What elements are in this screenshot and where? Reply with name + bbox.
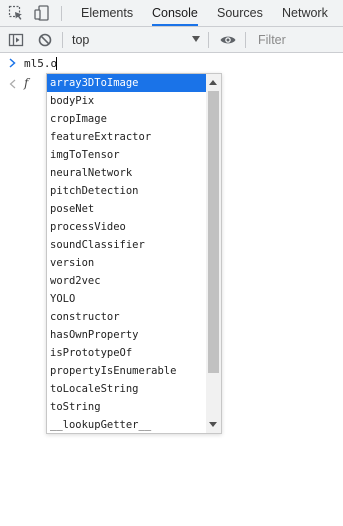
- autocomplete-item[interactable]: YOLO: [47, 290, 207, 308]
- context-selector[interactable]: top: [72, 27, 89, 53]
- tab-console[interactable]: Console: [152, 0, 198, 26]
- live-expression-eye-icon[interactable]: [219, 31, 237, 49]
- autocomplete-item-label: word2vec: [50, 275, 101, 287]
- autocomplete-popup: array3DToImage bodyPix cropImage featureExt…: [46, 73, 222, 434]
- autocomplete-item-label: imgToTensor: [50, 149, 120, 161]
- autocomplete-item[interactable]: soundClassifier: [47, 236, 207, 254]
- autocomplete-item-label: soundClassifier: [50, 239, 145, 251]
- autocomplete-item-label: pitchDetection: [50, 185, 139, 197]
- autocomplete-item[interactable]: toLocaleString: [47, 380, 207, 398]
- autocomplete-item-label: processVideo: [50, 221, 126, 233]
- toolbar-separator: [208, 32, 209, 48]
- autocomplete-item[interactable]: bodyPix: [47, 92, 207, 110]
- autocomplete-item[interactable]: __lookupGetter__: [47, 416, 207, 433]
- result-function-symbol: f: [24, 76, 29, 90]
- autocomplete-item-label: propertyIsEnumerable: [50, 365, 177, 377]
- tabbar-separator: [61, 6, 62, 21]
- autocomplete-item[interactable]: array3DToImage: [47, 74, 207, 92]
- autocomplete-item-label: cropImage: [50, 113, 107, 125]
- autocomplete-item[interactable]: imgToTensor: [47, 146, 207, 164]
- autocomplete-list: array3DToImage bodyPix cropImage featureExt…: [47, 74, 221, 433]
- autocomplete-item[interactable]: featureExtractor: [47, 128, 207, 146]
- toolbar-separator: [245, 32, 246, 48]
- autocomplete-item[interactable]: poseNet: [47, 200, 207, 218]
- toolbar-separator: [62, 32, 63, 48]
- scrollbar-thumb[interactable]: [208, 91, 219, 373]
- console-toolbar: top: [0, 27, 343, 53]
- autocomplete-item[interactable]: propertyIsEnumerable: [47, 362, 207, 380]
- autocomplete-item-label: hasOwnProperty: [50, 329, 139, 341]
- autocomplete-item[interactable]: word2vec: [47, 272, 207, 290]
- autocomplete-item-label: toString: [50, 401, 101, 413]
- console-input-row[interactable]: ml5.o: [0, 54, 343, 74]
- autocomplete-item-label: toLocaleString: [50, 383, 139, 395]
- autocomplete-item-label: __lookupGetter__: [50, 419, 152, 431]
- autocomplete-item[interactable]: isPrototypeOf: [47, 344, 207, 362]
- autocomplete-item[interactable]: neuralNetwork: [47, 164, 207, 182]
- text-caret: [56, 57, 57, 70]
- autocomplete-item[interactable]: version: [47, 254, 207, 272]
- devtools-tab-bar: Elements Console Sources Network: [0, 0, 343, 27]
- tab-sources[interactable]: Sources: [217, 0, 263, 26]
- autocomplete-item[interactable]: toString: [47, 398, 207, 416]
- autocomplete-item-label: bodyPix: [50, 95, 95, 107]
- autocomplete-item-label: isPrototypeOf: [50, 347, 133, 359]
- scroll-up-arrow-icon[interactable]: [209, 80, 217, 85]
- console-input-text[interactable]: ml5.o: [24, 57, 57, 70]
- autocomplete-item[interactable]: hasOwnProperty: [47, 326, 207, 344]
- autocomplete-item[interactable]: cropImage: [47, 110, 207, 128]
- sidebar-toggle-icon[interactable]: [7, 31, 25, 49]
- autocomplete-item-label: version: [50, 257, 95, 269]
- result-arrow-icon: [8, 78, 18, 90]
- device-toolbar-icon[interactable]: [33, 4, 51, 22]
- autocomplete-item-label: array3DToImage: [50, 77, 139, 89]
- chevron-down-icon[interactable]: [192, 36, 200, 42]
- autocomplete-item-label: YOLO: [50, 293, 76, 305]
- inspect-element-icon[interactable]: [7, 4, 25, 22]
- clear-console-icon[interactable]: [36, 31, 54, 49]
- autocomplete-item-label: featureExtractor: [50, 131, 152, 143]
- tab-elements[interactable]: Elements: [81, 0, 133, 26]
- autocomplete-item-label: constructor: [50, 311, 120, 323]
- autocomplete-item[interactable]: pitchDetection: [47, 182, 207, 200]
- scroll-down-arrow-icon[interactable]: [209, 422, 217, 427]
- autocomplete-item-label: neuralNetwork: [50, 167, 133, 179]
- tab-network[interactable]: Network: [282, 0, 328, 26]
- autocomplete-scrollbar[interactable]: [206, 74, 221, 433]
- prompt-chevron-icon: [8, 56, 18, 70]
- autocomplete-item[interactable]: constructorObject: [47, 308, 221, 326]
- autocomplete-item-label: poseNet: [50, 203, 95, 215]
- filter-input[interactable]: [252, 31, 340, 49]
- autocomplete-item[interactable]: processVideo: [47, 218, 207, 236]
